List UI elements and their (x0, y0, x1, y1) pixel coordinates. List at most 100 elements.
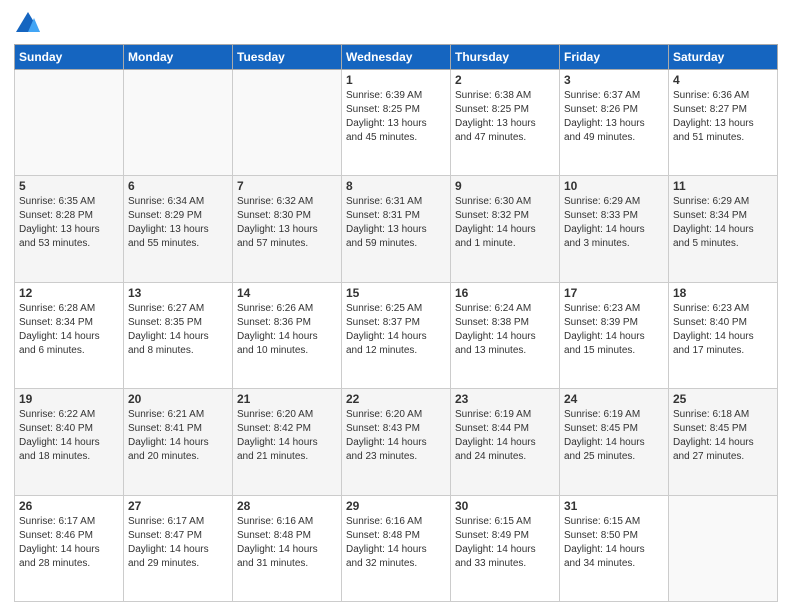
calendar-cell: 23 Sunrise: 6:19 AM Sunset: 8:44 PM Dayli… (451, 389, 560, 495)
day-number: 27 (128, 499, 228, 513)
calendar-cell: 18 Sunrise: 6:23 AM Sunset: 8:40 PM Dayli… (669, 282, 778, 388)
day-number: 14 (237, 286, 337, 300)
day-info: Sunrise: 6:29 AM Sunset: 8:34 PM Dayligh… (673, 195, 773, 251)
day-info: Sunrise: 6:15 AM Sunset: 8:49 PM Dayligh… (455, 515, 555, 571)
col-header-wednesday: Wednesday (342, 45, 451, 70)
day-info: Sunrise: 6:25 AM Sunset: 8:37 PM Dayligh… (346, 302, 446, 358)
day-info: Sunrise: 6:17 AM Sunset: 8:46 PM Dayligh… (19, 515, 119, 571)
day-info: Sunrise: 6:30 AM Sunset: 8:32 PM Dayligh… (455, 195, 555, 251)
calendar-cell: 24Sunrise: 6:19 AM Sunset: 8:45 PM Dayli… (560, 389, 669, 495)
day-info: Sunrise: 6:26 AM Sunset: 8:36 PM Dayligh… (237, 302, 337, 358)
col-header-tuesday: Tuesday (233, 45, 342, 70)
day-info: Sunrise: 6:18 AM Sunset: 8:45 PM Dayligh… (673, 408, 773, 464)
day-number: 9 (455, 179, 555, 193)
calendar-cell: 12Sunrise: 6:28 AM Sunset: 8:34 PM Dayli… (15, 282, 124, 388)
day-info: Sunrise: 6:23 AM Sunset: 8:40 PM Dayligh… (673, 302, 773, 358)
calendar-cell: 26 Sunrise: 6:17 AM Sunset: 8:46 PM Dayli… (15, 495, 124, 601)
day-number: 10 (564, 179, 664, 193)
day-info: Sunrise: 6:17 AM Sunset: 8:47 PM Dayligh… (128, 515, 228, 571)
day-info: Sunrise: 6:24 AM Sunset: 8:38 PM Dayligh… (455, 302, 555, 358)
calendar-cell: 16 Sunrise: 6:24 AM Sunset: 8:38 PM Dayli… (451, 282, 560, 388)
col-header-thursday: Thursday (451, 45, 560, 70)
day-info: Sunrise: 6:27 AM Sunset: 8:35 PM Dayligh… (128, 302, 228, 358)
day-info: Sunrise: 6:16 AM Sunset: 8:48 PM Dayligh… (346, 515, 446, 571)
day-info: Sunrise: 6:35 AM Sunset: 8:28 PM Dayligh… (19, 195, 119, 251)
calendar-week-1: 5 Sunrise: 6:35 AM Sunset: 8:28 PM Daylig… (15, 176, 778, 282)
calendar-cell: 22Sunrise: 6:20 AM Sunset: 8:43 PM Dayli… (342, 389, 451, 495)
day-number: 23 (455, 392, 555, 406)
day-number: 11 (673, 179, 773, 193)
day-number: 28 (237, 499, 337, 513)
day-number: 8 (346, 179, 446, 193)
calendar-cell: 19 Sunrise: 6:22 AM Sunset: 8:40 PM Dayli… (15, 389, 124, 495)
day-info: Sunrise: 6:34 AM Sunset: 8:29 PM Dayligh… (128, 195, 228, 251)
calendar-cell: 20Sunrise: 6:21 AM Sunset: 8:41 PM Dayli… (124, 389, 233, 495)
calendar-table: SundayMondayTuesdayWednesdayThursdayFrid… (14, 44, 778, 602)
day-info: Sunrise: 6:19 AM Sunset: 8:44 PM Dayligh… (455, 408, 555, 464)
calendar-cell (233, 70, 342, 176)
calendar-week-3: 19 Sunrise: 6:22 AM Sunset: 8:40 PM Dayli… (15, 389, 778, 495)
header (14, 10, 778, 38)
day-number: 2 (455, 73, 555, 87)
calendar-week-2: 12Sunrise: 6:28 AM Sunset: 8:34 PM Dayli… (15, 282, 778, 388)
day-info: Sunrise: 6:39 AM Sunset: 8:25 PM Dayligh… (346, 89, 446, 145)
calendar-cell: 5 Sunrise: 6:35 AM Sunset: 8:28 PM Daylig… (15, 176, 124, 282)
day-info: Sunrise: 6:29 AM Sunset: 8:33 PM Dayligh… (564, 195, 664, 251)
calendar-cell: 10 Sunrise: 6:29 AM Sunset: 8:33 PM Dayli… (560, 176, 669, 282)
day-number: 18 (673, 286, 773, 300)
day-number: 7 (237, 179, 337, 193)
page: SundayMondayTuesdayWednesdayThursdayFrid… (0, 0, 792, 612)
day-number: 13 (128, 286, 228, 300)
day-info: Sunrise: 6:28 AM Sunset: 8:34 PM Dayligh… (19, 302, 119, 358)
day-info: Sunrise: 6:37 AM Sunset: 8:26 PM Dayligh… (564, 89, 664, 145)
col-header-sunday: Sunday (15, 45, 124, 70)
day-number: 26 (19, 499, 119, 513)
day-number: 31 (564, 499, 664, 513)
day-info: Sunrise: 6:21 AM Sunset: 8:41 PM Dayligh… (128, 408, 228, 464)
calendar-cell: 25 Sunrise: 6:18 AM Sunset: 8:45 PM Dayli… (669, 389, 778, 495)
calendar-cell (669, 495, 778, 601)
day-number: 19 (19, 392, 119, 406)
day-number: 4 (673, 73, 773, 87)
day-number: 30 (455, 499, 555, 513)
day-info: Sunrise: 6:23 AM Sunset: 8:39 PM Dayligh… (564, 302, 664, 358)
logo-icon (14, 10, 42, 38)
day-number: 24 (564, 392, 664, 406)
day-info: Sunrise: 6:38 AM Sunset: 8:25 PM Dayligh… (455, 89, 555, 145)
day-number: 25 (673, 392, 773, 406)
calendar-cell: 21 Sunrise: 6:20 AM Sunset: 8:42 PM Dayli… (233, 389, 342, 495)
day-number: 22 (346, 392, 446, 406)
day-info: Sunrise: 6:20 AM Sunset: 8:42 PM Dayligh… (237, 408, 337, 464)
day-info: Sunrise: 6:22 AM Sunset: 8:40 PM Dayligh… (19, 408, 119, 464)
calendar-cell: 1 Sunrise: 6:39 AM Sunset: 8:25 PM Daylig… (342, 70, 451, 176)
calendar-cell: 4Sunrise: 6:36 AM Sunset: 8:27 PM Daylig… (669, 70, 778, 176)
calendar-cell (15, 70, 124, 176)
calendar-cell: 29 Sunrise: 6:16 AM Sunset: 8:48 PM Dayli… (342, 495, 451, 601)
day-number: 15 (346, 286, 446, 300)
calendar-cell: 11 Sunrise: 6:29 AM Sunset: 8:34 PM Dayli… (669, 176, 778, 282)
calendar-cell: 30 Sunrise: 6:15 AM Sunset: 8:49 PM Dayli… (451, 495, 560, 601)
day-info: Sunrise: 6:32 AM Sunset: 8:30 PM Dayligh… (237, 195, 337, 251)
day-number: 17 (564, 286, 664, 300)
day-number: 1 (346, 73, 446, 87)
calendar-cell: 6Sunrise: 6:34 AM Sunset: 8:29 PM Daylig… (124, 176, 233, 282)
calendar-cell: 31Sunrise: 6:15 AM Sunset: 8:50 PM Dayli… (560, 495, 669, 601)
calendar-cell: 2 Sunrise: 6:38 AM Sunset: 8:25 PM Daylig… (451, 70, 560, 176)
col-header-saturday: Saturday (669, 45, 778, 70)
col-header-friday: Friday (560, 45, 669, 70)
day-number: 29 (346, 499, 446, 513)
calendar-week-4: 26 Sunrise: 6:17 AM Sunset: 8:46 PM Dayli… (15, 495, 778, 601)
calendar-cell: 8 Sunrise: 6:31 AM Sunset: 8:31 PM Daylig… (342, 176, 451, 282)
day-number: 5 (19, 179, 119, 193)
day-number: 3 (564, 73, 664, 87)
calendar-cell: 27 Sunrise: 6:17 AM Sunset: 8:47 PM Dayli… (124, 495, 233, 601)
day-info: Sunrise: 6:31 AM Sunset: 8:31 PM Dayligh… (346, 195, 446, 251)
calendar-cell: 14 Sunrise: 6:26 AM Sunset: 8:36 PM Dayli… (233, 282, 342, 388)
calendar-header-row: SundayMondayTuesdayWednesdayThursdayFrid… (15, 45, 778, 70)
day-number: 21 (237, 392, 337, 406)
calendar-cell: 13 Sunrise: 6:27 AM Sunset: 8:35 PM Dayli… (124, 282, 233, 388)
calendar-cell: 9 Sunrise: 6:30 AM Sunset: 8:32 PM Daylig… (451, 176, 560, 282)
calendar-cell: 7 Sunrise: 6:32 AM Sunset: 8:30 PM Daylig… (233, 176, 342, 282)
logo (14, 10, 46, 38)
day-number: 16 (455, 286, 555, 300)
